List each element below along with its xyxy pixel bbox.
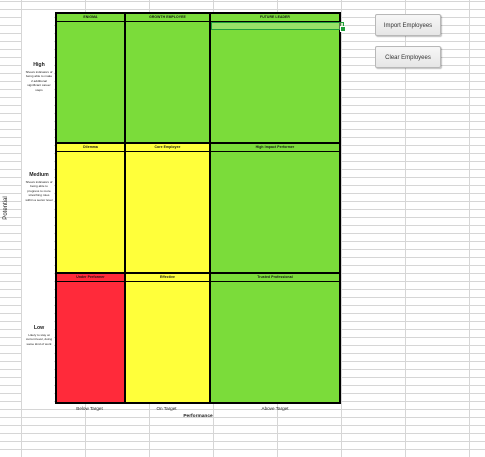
row-label-medium: Medium Shows indicators of being able to… xyxy=(25,172,53,203)
row-description: Likely to stay at current level, doing s… xyxy=(25,333,53,346)
cell-effective[interactable]: Effective xyxy=(126,274,209,402)
potential-axis-label: Potential xyxy=(3,196,9,220)
row-level: Low xyxy=(33,325,45,331)
import-employees-button[interactable]: Import Employees xyxy=(375,14,441,36)
cell-header: Trusted Professional xyxy=(211,274,339,282)
cell-body[interactable] xyxy=(57,22,124,142)
cell-header: Effective xyxy=(126,274,209,282)
row-label-low: Low Likely to stay at current level, doi… xyxy=(25,325,53,347)
performance-axis-label: Performance xyxy=(183,414,213,419)
cell-high-impact-performer[interactable]: High Impact Performer xyxy=(211,144,339,272)
cell-enigma[interactable]: ENIGMA xyxy=(57,14,124,142)
cell-header: Under Performer xyxy=(57,274,124,282)
cell-future-leader[interactable]: FUTURE LEADER xyxy=(211,14,346,142)
row-description: Shows indicators of being able to progre… xyxy=(25,180,53,202)
column-label-below-target: Below Target xyxy=(76,406,103,411)
nine-box-grid: ENIGMA GROWTH EMPLOYEE FUTURE LEADER Dil… xyxy=(55,12,346,404)
cell-trusted-professional[interactable]: Trusted Professional xyxy=(211,274,339,402)
cell-header: FUTURE LEADER xyxy=(211,14,339,22)
cell-header: High Impact Performer xyxy=(211,144,339,152)
cell-dilemma[interactable]: Dilemma xyxy=(57,144,124,272)
cell-body[interactable] xyxy=(211,22,339,142)
fill-handle[interactable] xyxy=(340,26,346,32)
row-level: High xyxy=(33,62,45,68)
cell-body[interactable] xyxy=(126,282,209,402)
cell-header: Core Employee xyxy=(126,144,209,152)
row-level: Medium xyxy=(29,172,49,178)
cell-body[interactable] xyxy=(57,152,124,272)
column-label-on-target: On Target xyxy=(156,406,177,411)
cell-body[interactable] xyxy=(126,22,209,142)
cell-body[interactable] xyxy=(126,152,209,272)
cell-under-performer[interactable]: Under Performer xyxy=(57,274,124,402)
cell-growth-employee[interactable]: GROWTH EMPLOYEE xyxy=(126,14,209,142)
cell-body[interactable] xyxy=(211,152,339,272)
cell-body[interactable] xyxy=(57,282,124,402)
column-label-above-target: Above Target xyxy=(261,406,289,411)
cell-body[interactable] xyxy=(211,282,339,402)
selected-cell-highlight[interactable] xyxy=(211,22,346,32)
row-description: Shows indicators of being able to make 2… xyxy=(25,70,53,92)
cell-header: Dilemma xyxy=(57,144,124,152)
cell-header: ENIGMA xyxy=(57,14,124,22)
cell-core-employee[interactable]: Core Employee xyxy=(126,144,209,272)
row-label-high: High Shows indicators of being able to m… xyxy=(25,62,53,93)
cell-header: GROWTH EMPLOYEE xyxy=(126,14,209,22)
clear-employees-button[interactable]: Clear Employees xyxy=(375,46,441,68)
